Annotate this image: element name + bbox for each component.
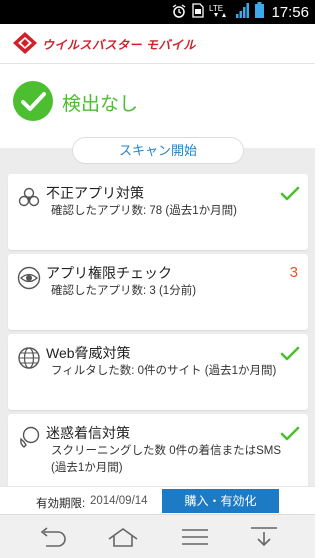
alarm-icon [171, 3, 187, 22]
app-logo-text: ウイルスバスター モバイル [42, 38, 196, 52]
menu-icon[interactable] [175, 523, 215, 551]
card-nuisance-call-protection[interactable]: 迷惑着信対策 スクリーニングした数 0件の着信またはSMS (過去1か月間) [8, 414, 308, 490]
clock-time: 17:56 [271, 3, 309, 21]
expiry-label: 有効期限: [36, 498, 86, 510]
card-web-threat-protection[interactable]: Web脅威対策 フィルタした数: 0件のサイト (過去1か月間) [8, 334, 308, 410]
check-icon [280, 186, 300, 206]
system-status-bar: LTE 17:56 [0, 0, 315, 24]
sim-icon [192, 2, 205, 22]
card-description: スクリーニングした数 0件の着信またはSMS (過去1か月間) [51, 445, 282, 474]
home-icon[interactable] [103, 523, 143, 551]
download-icon[interactable] [244, 523, 284, 551]
status-check-icon [13, 81, 53, 121]
eye-icon [17, 266, 41, 290]
card-title: 不正アプリ対策 [46, 185, 144, 201]
battery-icon [255, 2, 265, 22]
expiry-date: 2014/09/14 [90, 495, 148, 507]
scan-start-button[interactable]: スキャン開始 [72, 137, 244, 164]
license-footer: 有効期限: 2014/09/14 購入・有効化 [0, 486, 315, 514]
check-icon [280, 426, 300, 446]
permission-count-badge: 3 [289, 264, 298, 281]
system-nav-bar [0, 514, 315, 558]
status-text: 検出なし [62, 94, 139, 115]
purchase-activate-button[interactable]: 購入・有効化 [162, 489, 279, 513]
card-description: フィルタした数: 0件のサイト (過去1か月間) [51, 365, 277, 377]
status-icons: LTE 17:56 [171, 0, 309, 24]
globe-icon [17, 346, 41, 370]
app-header: ウイルスバスター モバイル [0, 24, 315, 64]
lte-icon: LTE [209, 2, 231, 22]
card-title: アプリ権限チェック [46, 265, 172, 281]
card-title: Web脅威対策 [46, 345, 131, 361]
card-malware-protection[interactable]: 不正アプリ対策 確認したアプリ数: 78 (過去1か月間) [8, 174, 308, 250]
card-description: 確認したアプリ数: 78 (過去1か月間) [51, 205, 237, 217]
biohazard-icon [17, 186, 41, 210]
card-description: 確認したアプリ数: 3 (1分前) [51, 285, 197, 297]
scan-status-area: 検出なし [0, 65, 315, 145]
card-app-permission-check[interactable]: アプリ権限チェック 確認したアプリ数: 3 (1分前) 3 [8, 254, 308, 330]
signal-icon [236, 2, 250, 22]
lte-label: LTE [209, 4, 223, 13]
back-icon[interactable] [32, 523, 72, 551]
card-title: 迷惑着信対策 [46, 425, 130, 441]
check-icon [280, 346, 300, 366]
phone-chat-icon [17, 426, 41, 450]
app-logo-icon [12, 31, 38, 59]
